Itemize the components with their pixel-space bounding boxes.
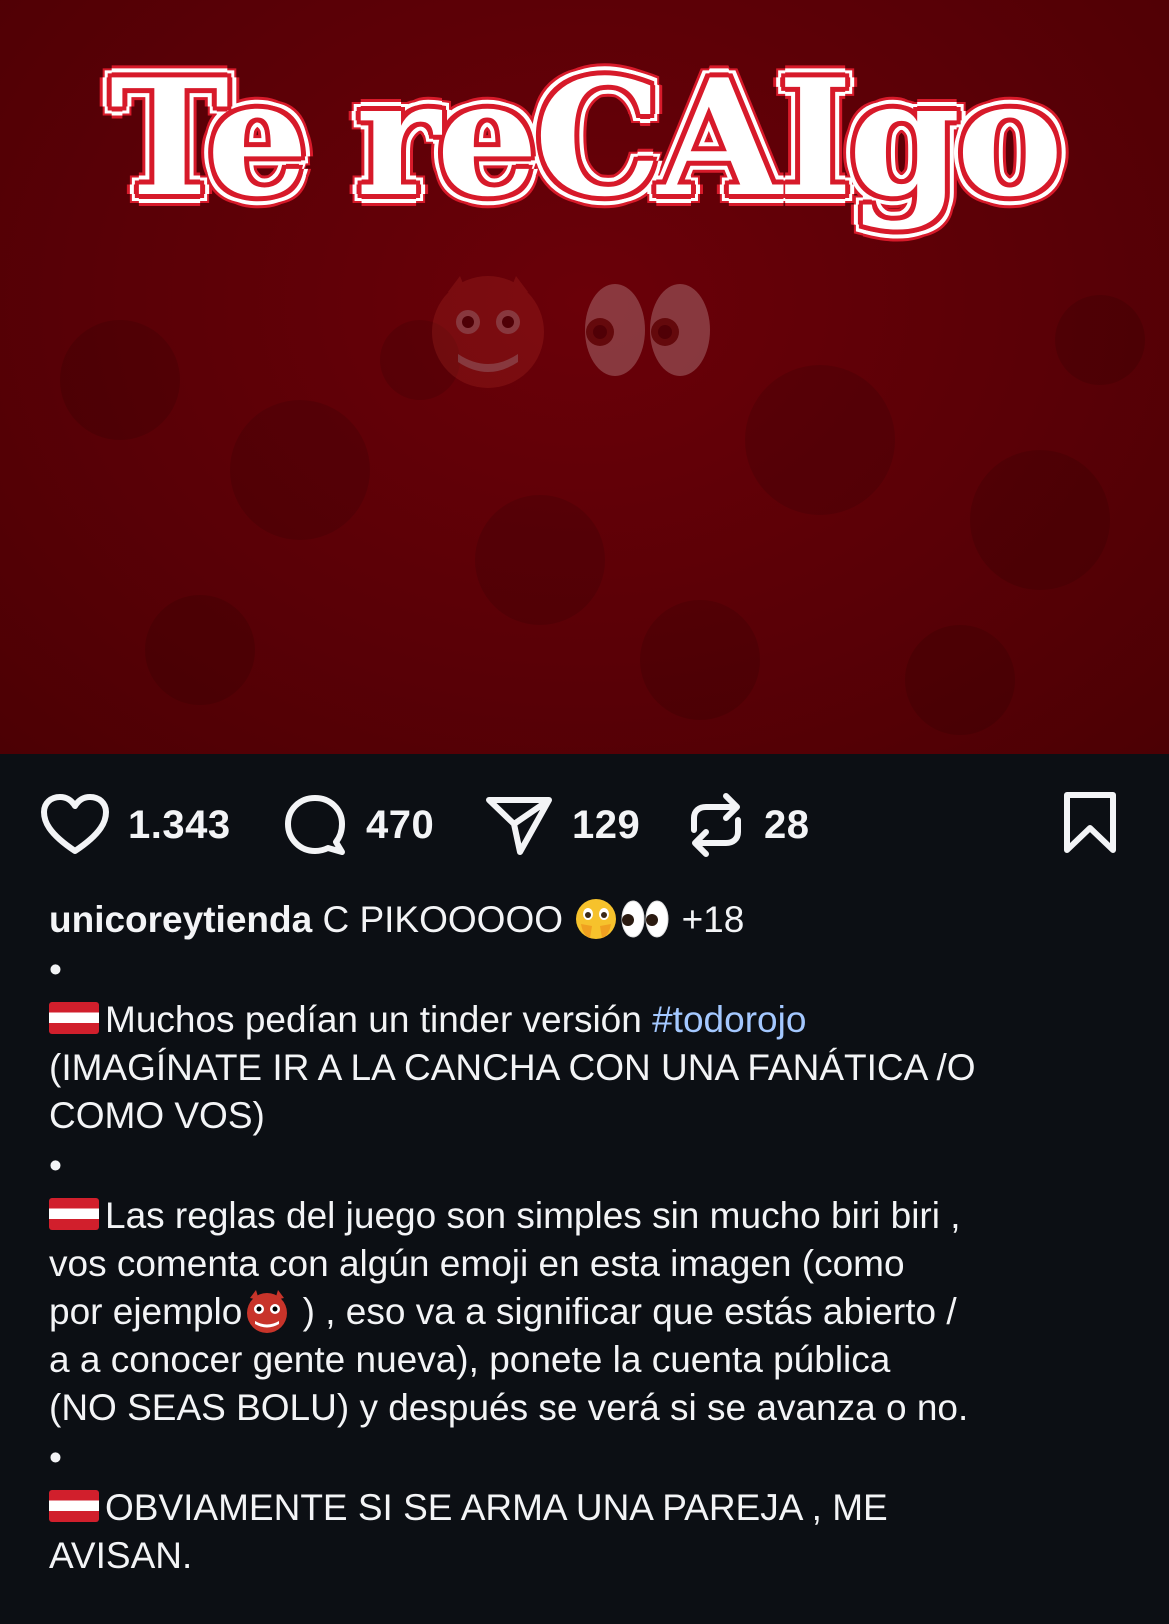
heart-icon <box>41 794 109 854</box>
repost-button[interactable]: 28 <box>686 790 810 860</box>
post-caption: unicoreytienda C PIKOOOOO +18 • Muchos p… <box>49 896 1139 1580</box>
p2-line3b: ) , eso va a significar que estás abiert… <box>292 1291 957 1332</box>
bullet-separator: • <box>49 1145 62 1186</box>
p2-line1: Las reglas del juego son simples sin muc… <box>105 1195 961 1236</box>
bullet-separator: • <box>49 1437 62 1478</box>
eyes-icon <box>585 284 710 376</box>
comment-count: 470 <box>366 802 435 847</box>
eyes-icon <box>621 900 669 938</box>
austria-flag-icon <box>49 1002 99 1034</box>
p2-line4: a a conocer gente nueva), ponete la cuen… <box>49 1339 891 1380</box>
faded-emojis <box>432 276 710 388</box>
p1-line3: COMO VOS) <box>49 1095 265 1136</box>
face-with-hand-over-mouth-icon <box>576 899 617 939</box>
comment-icon <box>285 795 345 855</box>
hashtag-link[interactable]: #todorojo <box>652 999 806 1040</box>
caption-paragraph-1: Muchos pedían un tinder versión #todoroj… <box>49 996 1139 1140</box>
p3-line1: OBVIAMENTE SI SE ARMA UNA PAREJA , ME <box>105 1487 888 1528</box>
repost-icon <box>691 793 741 857</box>
post-headline: Te reCAIgo <box>109 44 1063 232</box>
austria-flag-icon <box>49 1198 99 1230</box>
like-button[interactable]: 1.343 <box>40 790 231 860</box>
caption-title-line: unicoreytienda C PIKOOOOO +18 <box>49 896 1139 944</box>
caption-paragraph-3: OBVIAMENTE SI SE ARMA UNA PAREJA , ME AV… <box>49 1484 1139 1580</box>
p1-line2: (IMAGÍNATE IR A LA CANCHA CON UNA FANÁTI… <box>49 1047 976 1088</box>
p2-line3a: por ejemplo <box>49 1291 243 1332</box>
p3-line2: AVISAN. <box>49 1535 193 1576</box>
p2-line5: (NO SEAS BOLU) y después se verá si se a… <box>49 1387 969 1428</box>
austria-flag-icon <box>49 1490 99 1522</box>
p2-line2: vos comenta con algún emoji en esta imag… <box>49 1243 905 1284</box>
ogre-icon <box>247 1290 288 1333</box>
caption-title-suffix: +18 <box>681 899 745 940</box>
repost-count: 28 <box>764 802 810 847</box>
bookmark-icon <box>1064 792 1116 853</box>
ogre-icon <box>432 276 544 388</box>
caption-paragraph-2: Las reglas del juego son simples sin muc… <box>49 1192 1139 1432</box>
send-icon <box>486 797 552 855</box>
comment-button[interactable]: 470 <box>282 790 434 860</box>
post-image[interactable]: Te reCAIgo <box>0 0 1169 754</box>
username-link[interactable]: unicoreytienda <box>49 899 312 940</box>
share-count: 129 <box>572 802 641 847</box>
save-button[interactable] <box>1060 790 1120 861</box>
like-count: 1.343 <box>128 802 231 847</box>
bullet-separator: • <box>49 949 62 990</box>
share-button[interactable]: 129 <box>484 790 640 860</box>
caption-title: C PIKOOOOO <box>322 899 564 940</box>
p1-text: Muchos pedían un tinder versión <box>105 999 653 1040</box>
